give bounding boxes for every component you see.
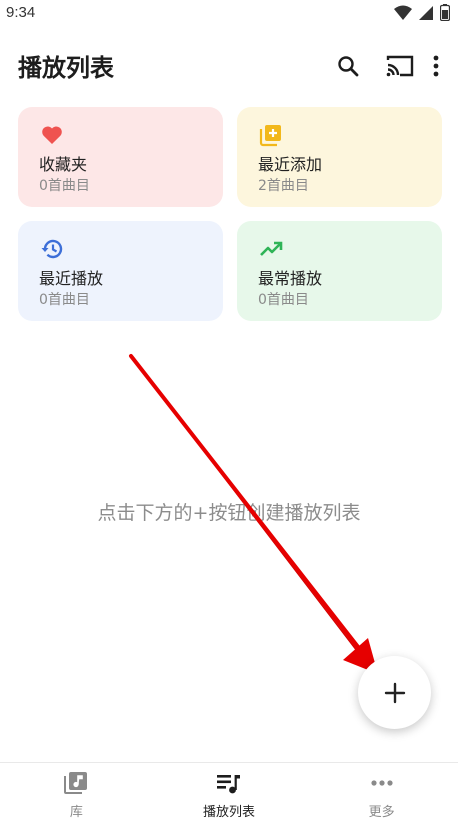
trending-up-icon [260, 241, 283, 256]
more-vertical-icon [433, 55, 439, 77]
card-subtitle: 0首曲目 [39, 178, 90, 194]
more-horizontal-icon [371, 780, 393, 786]
heart-icon [42, 126, 62, 144]
card-title: 最近播放 [39, 269, 104, 288]
bottom-navigation: 库 播放列表 更多 [0, 762, 458, 820]
nav-label: 库 [69, 805, 83, 820]
status-time: 9:34 [6, 4, 36, 21]
app-actions [316, 48, 448, 84]
card-title: 最常播放 [258, 269, 323, 288]
status-icons [394, 4, 450, 21]
library-add-icon [259, 125, 281, 147]
app-bar: 播放列表 [0, 40, 458, 90]
cast-icon [386, 55, 414, 77]
wifi-icon [394, 5, 412, 20]
nav-label: 播放列表 [203, 805, 256, 820]
card-subtitle: 0首曲目 [258, 292, 309, 308]
card-subtitle: 2首曲目 [258, 178, 309, 194]
nav-label: 更多 [368, 805, 395, 820]
empty-state-hint: 点击下方的+按钮创建播放列表 [97, 502, 361, 524]
smart-playlist-grid: 收藏夹 0首曲目 最近添加 2首曲目 最近播放 0首曲目 最常播放 0首曲目 [18, 107, 442, 321]
nav-playlists[interactable]: 播放列表 [153, 763, 306, 820]
battery-icon [440, 4, 450, 21]
card-recently-added[interactable]: 最近添加 2首曲目 [237, 107, 442, 207]
nav-library[interactable]: 库 [0, 763, 153, 820]
cast-button[interactable] [380, 48, 420, 84]
overflow-menu-button[interactable] [424, 48, 448, 84]
card-title: 收藏夹 [39, 155, 88, 174]
nav-more[interactable]: 更多 [305, 763, 458, 820]
status-bar: 9:34 [0, 0, 458, 26]
card-title: 最近添加 [258, 155, 323, 174]
music-library-icon [64, 772, 88, 794]
signal-icon [419, 5, 433, 20]
search-icon [338, 56, 359, 77]
card-most-played[interactable]: 最常播放 0首曲目 [237, 221, 442, 321]
playlist-icon [217, 775, 240, 794]
plus-icon [384, 682, 405, 703]
card-subtitle: 0首曲目 [39, 292, 90, 308]
search-button[interactable] [328, 48, 368, 84]
page-title: 播放列表 [18, 54, 114, 82]
create-playlist-button[interactable] [358, 656, 431, 729]
card-favorites[interactable]: 收藏夹 0首曲目 [18, 107, 223, 207]
history-icon [41, 239, 63, 259]
card-recently-played[interactable]: 最近播放 0首曲目 [18, 221, 223, 321]
